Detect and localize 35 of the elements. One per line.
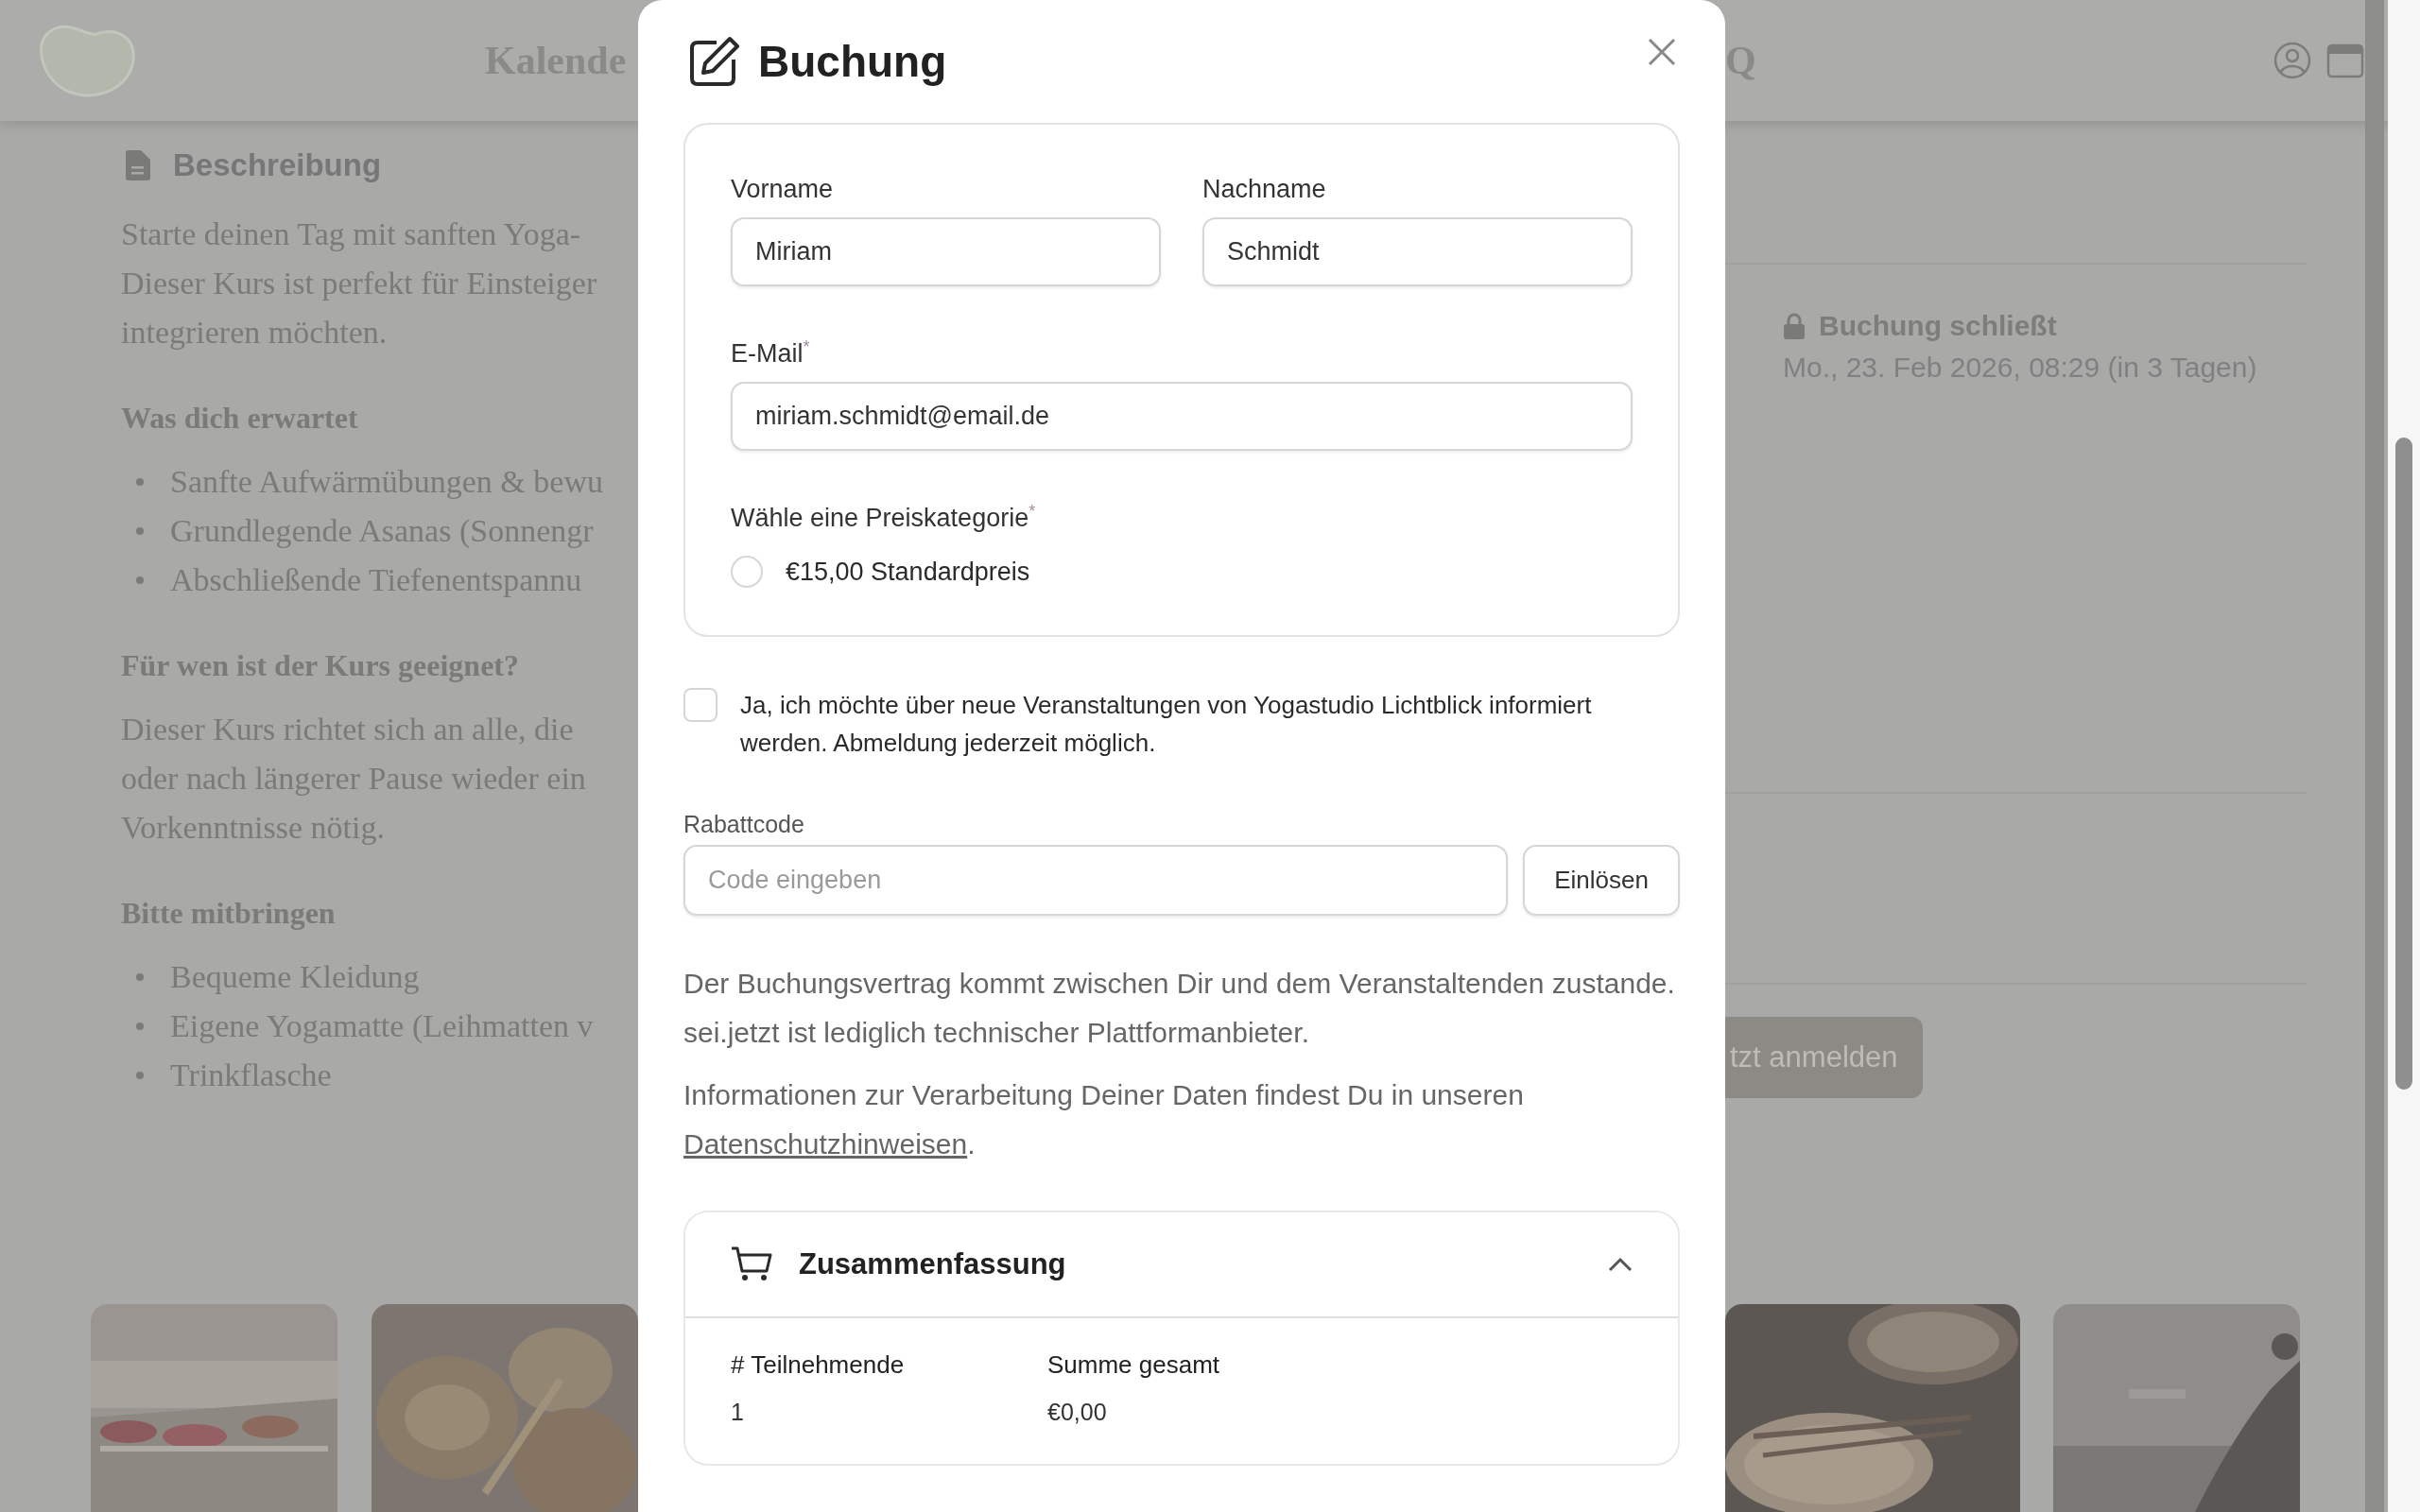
edit-icon: [688, 35, 741, 88]
checkbox[interactable]: [683, 688, 717, 722]
bullet-icon: [136, 973, 144, 981]
privacy-text: Informationen zur Verarbeitung Deiner Daten findest Du in unseren Datenschutzhinweisen.: [683, 1078, 1525, 1161]
summary-title: Zusammenfassung: [799, 1247, 1067, 1281]
field-label: Vorname: [731, 174, 835, 204]
redeem-button[interactable]: Einlösen: [1523, 845, 1680, 916]
column-header: Summe gesamt: [1047, 1350, 1221, 1380]
field-label: Nachname: [1202, 174, 1327, 204]
input-field[interactable]: Code eingeben: [683, 845, 1508, 916]
user-icon[interactable]: [2273, 41, 2312, 80]
chevron-up-icon[interactable]: [1608, 1257, 1633, 1272]
table-cell-text: €0,00: [1047, 1399, 1108, 1426]
bullet-icon: [136, 576, 144, 584]
input-field[interactable]: Miriam: [731, 217, 1161, 286]
field-label: Rabattcode: [683, 810, 805, 839]
bullet-icon: [136, 527, 144, 535]
dialog-title: Buchung: [758, 36, 947, 87]
field-label: E-Mail$^{*}$: [731, 336, 811, 369]
field-label: Wähle eine Preiskategorie$^{*}$: [731, 501, 1037, 533]
cart-icon: [731, 1246, 772, 1283]
bullet-icon: [136, 1072, 144, 1079]
bullet-icon: [136, 1022, 144, 1030]
privacy-link[interactable]: Datenschutzhinweisen: [683, 1128, 968, 1160]
legal-text: Der Buchungsvertrag kommt zwischen Dir und dem Veranstaltenden zustande. sei.jetzt ist lediglich technischer Plattformanbieter.: [683, 967, 1676, 1050]
column-header: # Teilnehmende: [731, 1350, 906, 1380]
option-label: €15,00 Standardpreis: [786, 557, 1030, 587]
lock-icon: [1783, 313, 1806, 339]
document-icon: [124, 150, 150, 180]
radio-button[interactable]: [731, 556, 763, 588]
input-field[interactable]: Schmidt: [1202, 217, 1633, 286]
input-field[interactable]: miriam.schmidt@email.de: [731, 382, 1633, 451]
bullet-icon: [136, 478, 144, 486]
checkbox-label: Ja, ich möchte über neue Veranstaltungen von Yogastudio Lichtblick informiert werden. Abmeldung jederzeit möglich.: [740, 690, 1593, 759]
table-cell-text: 1: [731, 1399, 745, 1426]
